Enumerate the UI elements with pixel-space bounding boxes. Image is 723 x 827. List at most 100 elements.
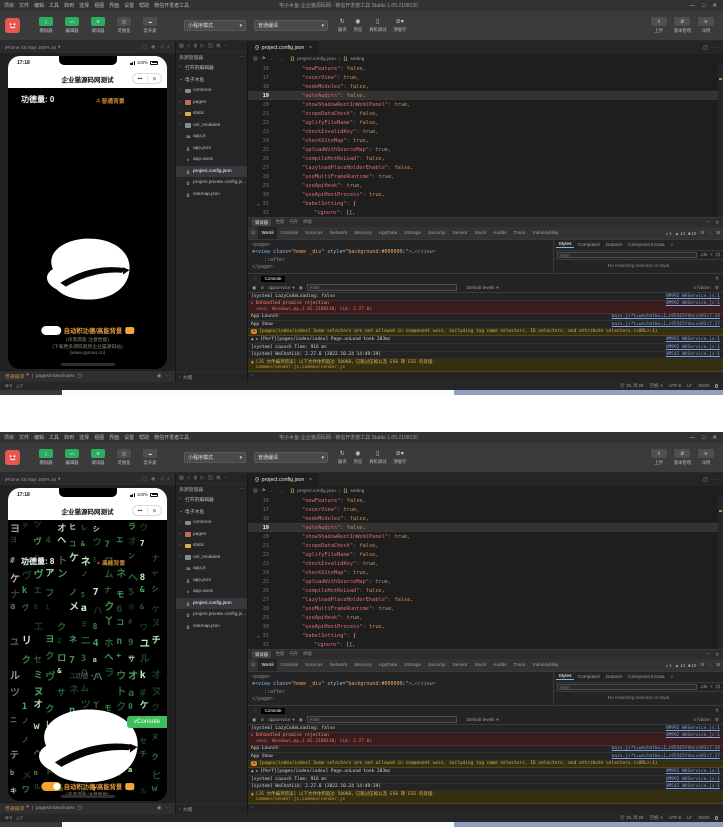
more-icon[interactable]: •••	[138, 508, 143, 513]
errors-indicator[interactable]: ⊗0	[5, 383, 12, 389]
console-settings-icon[interactable]: ⚙	[715, 717, 719, 723]
console-message[interactable]: ▲ ▸ [Perf][pages/index/index] Page.onLoa…	[248, 768, 723, 776]
editor-toolbar-icon[interactable]: ←	[270, 57, 275, 62]
code-line[interactable]: 19 "autoAudits": false,	[248, 91, 723, 100]
cls-toggle[interactable]: .cls	[700, 685, 707, 690]
mini-badge-icon[interactable]	[125, 327, 134, 334]
more-icon[interactable]: ⋯	[239, 487, 244, 492]
source-link[interactable]: VM992 WAService.js:1	[666, 726, 720, 731]
tree-item[interactable]: {} sitemap.json	[176, 189, 247, 201]
styles-pane-tab[interactable]: »	[668, 675, 676, 680]
styles-pane-tab[interactable]: Component Data	[626, 243, 667, 248]
source-link[interactable]: VM992 WAService.js:1	[666, 337, 720, 342]
code-line[interactable]: 19 "autoAudits": false,	[248, 523, 723, 532]
panel-toggle-button[interactable]: </> 编辑器	[62, 17, 82, 34]
debugger-panel-tab[interactable]: 调试器	[252, 219, 271, 226]
project-root-folder[interactable]: ⌄ 电子木鱼	[176, 74, 247, 86]
editor-tab[interactable]: {} project.config.json ×	[248, 41, 320, 54]
drawer-menu-icon[interactable]: ⋮	[252, 708, 257, 714]
devtools-tab[interactable]: Sources	[302, 659, 327, 671]
panel-toggle-button[interactable]: ☁ 云开发	[140, 449, 160, 466]
devtools-tab[interactable]: Vulnerability	[529, 659, 562, 671]
editor-tab[interactable]: {} project.config.json ×	[248, 473, 320, 486]
device-selector[interactable]: iPhone XS Max 100% 16 ▾	[5, 476, 60, 482]
code-line[interactable]: 22 "uglifyFileName": false,	[248, 118, 723, 127]
menu-item[interactable]: 工具	[49, 2, 59, 9]
status-item[interactable]: 空格: 4	[649, 815, 662, 821]
tree-item[interactable]: › uni_modules	[176, 120, 247, 132]
source-link[interactable]: VM542 WAService.js:1	[666, 784, 720, 789]
split-editor-icon[interactable]: ◫	[703, 477, 708, 483]
compile-select[interactable]: 普通编译 ▾	[254, 20, 328, 31]
live-expression-icon[interactable]: ◉	[299, 717, 303, 723]
console-message[interactable]: ▲ ▸ [Perf][pages/index/index] Page.onLoa…	[248, 336, 723, 344]
menu-item[interactable]: 界面	[109, 2, 119, 9]
source-link[interactable]: main.js?t=wechat&s=1…c95565f4ecce92c7:17	[612, 322, 720, 327]
toolbar-action-button[interactable]: ⊘▾ 清缓存	[393, 18, 406, 33]
code-editor[interactable]: 16 "newFeature": false, 17 "coverView": …	[248, 496, 723, 649]
clear-console-icon[interactable]: ⊘	[260, 717, 264, 723]
copy-path-icon[interactable]: ▢	[78, 374, 83, 379]
panel-toggle-button[interactable]: </> 编辑器	[62, 449, 82, 466]
open-editors-section[interactable]: › 打开的编辑器	[176, 494, 247, 506]
explorer-toolbar-icon[interactable]: ⊞	[216, 43, 220, 49]
menu-item[interactable]: 项目	[4, 2, 14, 9]
tree-item[interactable]: {} project.config.json	[176, 598, 247, 610]
issue-badge[interactable]: ●1	[666, 231, 672, 236]
exit-icon[interactable]: ⊙	[153, 508, 157, 514]
close-icon[interactable]: ✕	[715, 652, 719, 658]
menu-item[interactable]: 设置	[124, 2, 134, 9]
devtools-tab[interactable]: Sensor	[449, 227, 471, 239]
console-message[interactable]: [system] Launch Time: 916 ms VM992 WASer…	[248, 776, 723, 784]
page-path[interactable]: pages/index/index	[36, 374, 75, 379]
device-selector[interactable]: iPhone XS Max 100% 16 ▾	[5, 44, 60, 50]
bell-icon[interactable]	[715, 816, 719, 820]
more-icon[interactable]: ⋯	[713, 477, 718, 483]
maximize-button[interactable]: □	[702, 3, 705, 9]
devtools-tab[interactable]: AppData	[375, 659, 401, 671]
wxml-tree[interactable]: <page> ▼<view class="home _div" style="b…	[248, 240, 553, 273]
menu-item[interactable]: 视图	[94, 2, 104, 9]
issue-badge[interactable]: ■10	[688, 663, 696, 668]
open-editors-section[interactable]: › 打开的编辑器	[176, 62, 247, 74]
code-line[interactable]: 28 "useMultiFrameRuntime": true,	[248, 604, 723, 613]
drawer-menu-icon[interactable]: ⋮	[252, 276, 257, 282]
explorer-toolbar-icon[interactable]: ◫	[208, 475, 213, 481]
tree-item[interactable]: # app.wxss	[176, 586, 247, 598]
code-line[interactable]: 17 "coverView": true,	[248, 73, 723, 82]
devtools-tab[interactable]: Security	[425, 659, 449, 671]
source-link[interactable]: main.js?t=wechat&s=1…c95565f4ecce92c7:34	[612, 746, 720, 751]
console-sidebar-icon[interactable]: ▣	[252, 285, 256, 291]
editor-toolbar-icon[interactable]: →	[279, 489, 284, 494]
styles-pane-tab[interactable]: »	[668, 243, 676, 248]
devtools-tab[interactable]: Audits	[490, 659, 510, 671]
close-icon[interactable]: ✕	[715, 276, 719, 282]
explorer-toolbar-icon[interactable]: ◫	[208, 43, 213, 49]
toolbar-action-button[interactable]: ⊘▾ 清缓存	[393, 450, 406, 465]
status-item[interactable]: JSON	[698, 815, 709, 821]
gear-icon[interactable]: ⚙	[700, 230, 704, 236]
context-select[interactable]: appservice ▾	[268, 285, 295, 291]
explorer-toolbar-icon[interactable]: ⋯	[224, 43, 229, 49]
code-line[interactable]: 23 "checkInvalidKey": true,	[248, 127, 723, 136]
explorer-toolbar-icon[interactable]: ψ	[194, 475, 198, 481]
simulator-toolbar-icon[interactable]: ▢	[142, 476, 147, 482]
status-item[interactable]: LF	[687, 815, 692, 821]
auto-merit-toggle[interactable]	[41, 326, 61, 335]
outline-section[interactable]: › 大纲	[176, 372, 247, 382]
menu-item[interactable]: 转到	[64, 2, 74, 9]
menu-item[interactable]: 帮助	[139, 434, 149, 441]
code-line[interactable]: ⌄ 31 "babelSetting": {	[248, 199, 723, 208]
tree-item[interactable]: {} app.json	[176, 143, 247, 155]
console-message[interactable]: App Launch main.js?t=wechat&s=1…c95565f4…	[248, 314, 723, 322]
popout-icon[interactable]: ⊞	[716, 230, 720, 236]
source-link[interactable]: VM992 WAService.js:1	[666, 301, 720, 306]
devtools-tab[interactable]: Audits	[490, 227, 510, 239]
toolbar-action-button[interactable]: ▯ 真机调试	[369, 450, 386, 465]
toolbar-action-button[interactable]: ↻ 编译	[338, 450, 347, 465]
status-item[interactable]: 空格: 4	[649, 383, 662, 389]
release-action-button[interactable]: ⇵ 版本管理	[674, 17, 691, 34]
code-line[interactable]: 21 "scopeDataCheck": false,	[248, 541, 723, 550]
code-line[interactable]: 30 "useApiHostProcess": true,	[248, 622, 723, 631]
menu-item[interactable]: 编辑	[34, 2, 44, 9]
